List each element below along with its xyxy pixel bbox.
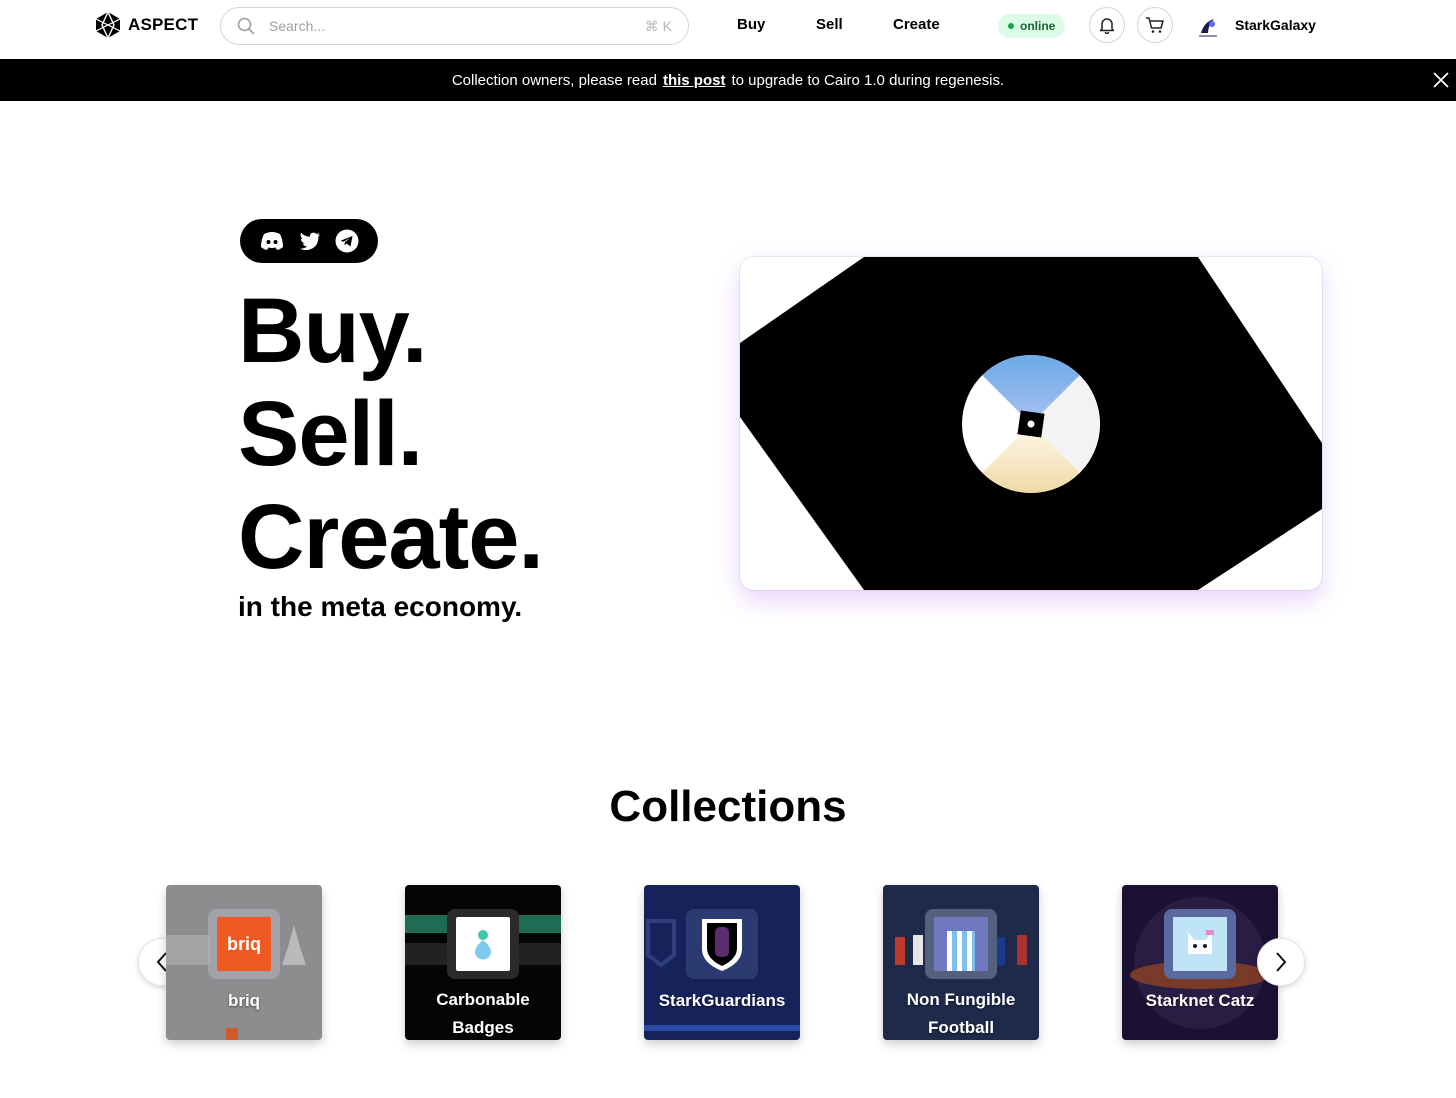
collection-thumb: briq: [208, 909, 280, 979]
aspect-logo-link[interactable]: ASPECT: [94, 11, 198, 39]
user-avatar[interactable]: [1194, 13, 1222, 41]
briq-logo-text: briq: [227, 933, 261, 954]
banner-text-before: Collection owners, please read: [451, 71, 657, 89]
collection-name-line1: Carbonable: [436, 990, 530, 1009]
search-input[interactable]: [269, 18, 645, 34]
collection-thumb: [686, 909, 758, 979]
aspect-logo-icon: [95, 11, 121, 39]
announcement-banner: Collection owners, please read this post…: [0, 59, 1456, 101]
cat-pixel-art: [1173, 917, 1227, 971]
collection-thumb: [1164, 909, 1236, 979]
twitter-icon[interactable]: [299, 232, 321, 250]
collection-card-non-fungible-football[interactable]: Non Fungible Football: [883, 885, 1039, 1040]
banner-text-after: to upgrade to Cairo 1.0 during regenesis…: [731, 71, 1005, 89]
collection-name: Starknet Catz: [1145, 991, 1255, 1010]
hero-artwork-card: [740, 257, 1322, 590]
nav-sell-link[interactable]: Sell: [816, 16, 843, 33]
status-label: online: [1020, 19, 1056, 33]
notifications-button[interactable]: [1089, 7, 1125, 43]
collection-card-starkguardians[interactable]: StarkGuardians: [644, 885, 800, 1040]
search-icon: [237, 17, 255, 35]
collection-name-line1: Non Fungible: [906, 990, 1016, 1009]
username-label[interactable]: StarkGalaxy: [1235, 17, 1316, 33]
collection-name: StarkGuardians: [658, 991, 786, 1010]
discord-icon[interactable]: [259, 231, 285, 251]
logo-text: ASPECT: [128, 15, 199, 34]
collection-name: briq: [227, 991, 261, 1010]
social-links: [240, 219, 378, 263]
football-player-pixel-art: [934, 917, 988, 971]
search-bar[interactable]: ⌘ K: [220, 7, 689, 45]
close-icon[interactable]: [1432, 71, 1450, 89]
collection-thumb: [447, 909, 519, 979]
collection-name-line2: Football: [927, 1018, 995, 1037]
hero-heading-create: Create.: [238, 486, 544, 588]
hero-heading-buy: Buy.: [238, 280, 428, 382]
collection-card-briq[interactable]: briq briq: [166, 885, 322, 1040]
carbonable-logo: [456, 917, 510, 971]
briq-logo: briq: [217, 917, 271, 971]
collection-name-line2: Badges: [452, 1018, 514, 1037]
network-status-badge: online: [998, 14, 1066, 38]
banner-post-link[interactable]: this post: [663, 72, 726, 89]
nav-buy-link[interactable]: Buy: [737, 16, 765, 33]
telegram-icon[interactable]: [335, 229, 359, 253]
hero-artwork-image: [740, 257, 1322, 590]
chevron-right-icon: [1276, 952, 1287, 972]
hero-heading-sell: Sell.: [238, 383, 423, 485]
jersey-stripes: [947, 931, 975, 971]
galaxy-avatar-icon: [1199, 19, 1217, 37]
shield-icon: [702, 919, 742, 971]
top-navigation-bar: ASPECT ⌘ K Buy Sell Create online: [0, 0, 1456, 59]
status-dot-icon: [1008, 23, 1014, 29]
search-shortcut-hint: ⌘ K: [644, 17, 672, 34]
collection-thumb: [925, 909, 997, 979]
collections-title: Collections: [609, 782, 847, 831]
collection-card-starknet-catz[interactable]: Starknet Catz: [1122, 885, 1278, 1040]
cart-icon: [1146, 17, 1164, 33]
nav-create-link[interactable]: Create: [893, 16, 940, 33]
cart-button[interactable]: [1137, 7, 1173, 43]
carousel-next-button[interactable]: [1257, 938, 1305, 986]
carbonable-drop-icon: [475, 930, 491, 960]
cat-icon: [1188, 930, 1214, 954]
bell-icon: [1099, 18, 1115, 34]
hero-subtitle: in the meta economy.: [238, 591, 523, 622]
collection-card-carbonable-badges[interactable]: Carbonable Badges: [405, 885, 561, 1040]
